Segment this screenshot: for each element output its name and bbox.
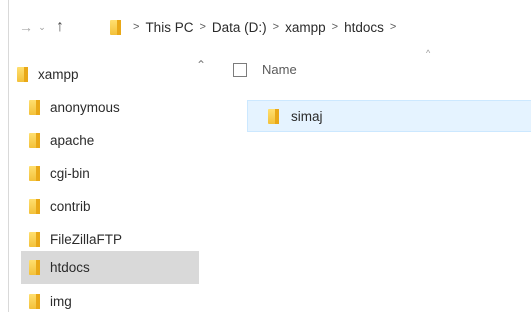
nav-item-htdocs[interactable]: htdocs — [21, 251, 199, 284]
folder-icon — [29, 232, 40, 247]
list-item[interactable]: simaj — [247, 100, 531, 132]
folder-icon — [29, 294, 40, 309]
nav-item-label: anonymous — [50, 100, 120, 115]
breadcrumb-separator[interactable]: > — [199, 21, 205, 33]
folder-icon — [268, 108, 279, 124]
file-list: Name ^ simaj — [220, 48, 531, 312]
breadcrumb-separator[interactable]: > — [390, 21, 396, 33]
breadcrumb-xampp[interactable]: xampp — [285, 20, 326, 35]
folder-icon — [29, 199, 40, 214]
file-explorer-window: → ⌄ ↑ > This PC > Data (D:) > xampp > ht… — [8, 0, 531, 312]
nav-item-label: FileZillaFTP — [50, 232, 123, 247]
nav-item-label: img — [50, 294, 72, 309]
navigation-pane: ⌃ xampp anonymous apache cgi-bin contrib… — [9, 54, 219, 312]
folder-icon — [29, 100, 40, 115]
chevron-down-icon: ⌄ — [38, 21, 46, 32]
file-name: simaj — [291, 108, 323, 124]
breadcrumb-data-drive[interactable]: Data (D:) — [212, 20, 267, 35]
nav-item-img[interactable]: img — [29, 285, 207, 318]
nav-item-apache[interactable]: apache — [29, 124, 207, 157]
up-button[interactable]: ↑ — [51, 15, 69, 39]
nav-item-label: cgi-bin — [50, 166, 90, 181]
nav-item-cgi-bin[interactable]: cgi-bin — [29, 157, 207, 190]
nav-item-xampp[interactable]: xampp — [17, 58, 195, 91]
breadcrumb-separator: > — [133, 21, 140, 33]
breadcrumb-separator[interactable]: > — [332, 21, 338, 33]
folder-icon — [17, 67, 28, 82]
nav-item-anonymous[interactable]: anonymous — [29, 91, 207, 124]
address-bar[interactable]: > This PC > Data (D:) > xampp > htdocs > — [105, 10, 531, 44]
collapse-icon[interactable]: ⌃ — [194, 58, 208, 72]
select-all-checkbox[interactable] — [233, 63, 247, 77]
breadcrumb-this-pc[interactable]: This PC — [145, 20, 193, 35]
folder-icon — [110, 19, 121, 35]
column-header-name[interactable]: Name — [262, 62, 297, 77]
column-header-row: Name ^ — [220, 48, 531, 86]
breadcrumb-separator[interactable]: > — [273, 21, 279, 33]
nav-item-label: apache — [50, 133, 95, 148]
sort-ascending-icon: ^ — [426, 48, 431, 58]
nav-item-contrib[interactable]: contrib — [29, 190, 207, 223]
folder-icon — [29, 260, 40, 275]
arrow-up-icon: ↑ — [56, 18, 64, 35]
breadcrumb-htdocs[interactable]: htdocs — [344, 20, 384, 35]
folder-icon — [29, 133, 40, 148]
nav-item-label: htdocs — [50, 260, 90, 275]
address-toolbar: → ⌄ ↑ > This PC > Data (D:) > xampp > ht… — [9, 10, 531, 44]
forward-button[interactable]: → — [17, 15, 35, 39]
recent-locations-button[interactable]: ⌄ — [35, 15, 49, 39]
nav-item-label: contrib — [50, 199, 91, 214]
arrow-right-icon: → — [19, 19, 33, 35]
folder-icon — [29, 166, 40, 181]
nav-item-label: xampp — [38, 67, 79, 82]
